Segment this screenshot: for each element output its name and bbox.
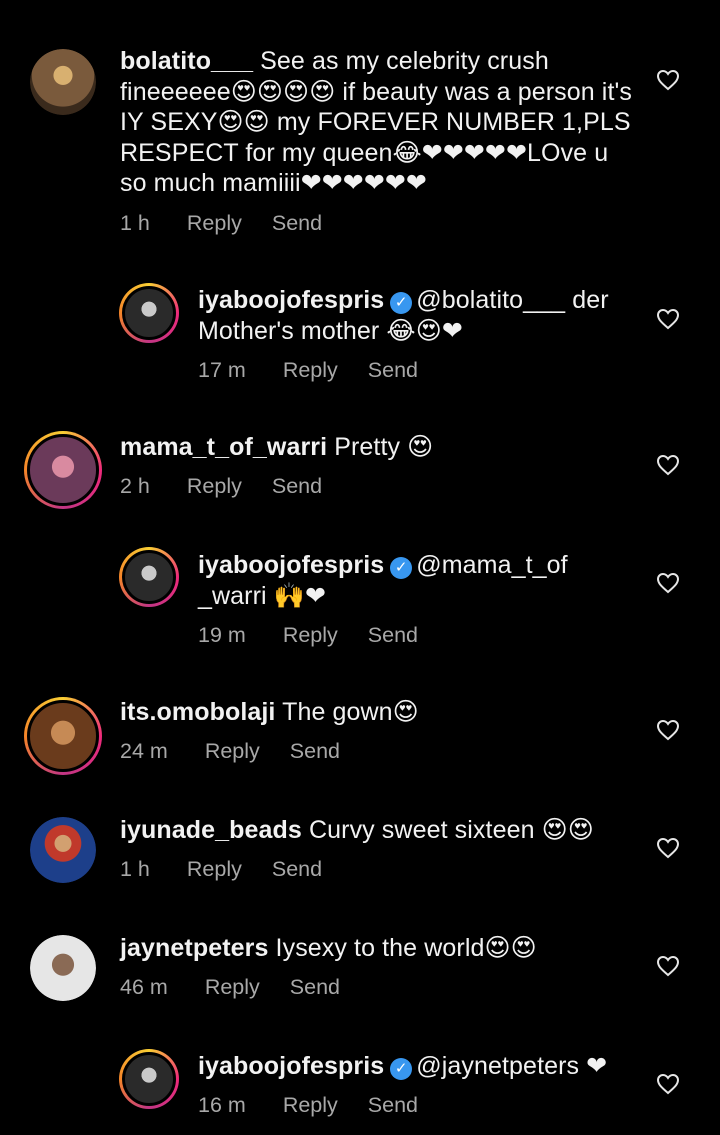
heart-outline-icon[interactable]: [656, 69, 680, 91]
comment-text: iyaboojofespris ✓ @mama_t_of _warri 🙌❤: [198, 550, 618, 611]
comment-text: jaynetpeters Iysexy to the world😍😍: [120, 933, 640, 964]
send-button[interactable]: Send: [368, 623, 418, 648]
send-button[interactable]: Send: [272, 857, 322, 882]
reply-button[interactable]: Reply: [187, 474, 242, 499]
heart-outline-icon[interactable]: [656, 454, 680, 476]
comment-body: Pretty 😍: [327, 433, 434, 461]
comment-text: bolatito___ See as my celebrity crush fi…: [120, 46, 640, 199]
comment-body: Curvy sweet sixteen 😍😍: [301, 816, 594, 844]
comment-meta: 2 h Reply Send: [120, 474, 322, 499]
comment-time: 1 h: [120, 857, 150, 881]
comment-meta: 17 m Reply Send: [198, 358, 418, 383]
avatar-image: [30, 817, 96, 883]
comment-body: Iysexy to the world😍😍: [268, 934, 537, 962]
comment-username[interactable]: bolatito___: [120, 47, 253, 75]
reply-button[interactable]: Reply: [187, 857, 242, 882]
comment-text: its.omobolaji The gown😍: [120, 697, 640, 728]
comment-text: mama_t_of_warri Pretty 😍: [120, 432, 640, 463]
avatar[interactable]: [119, 283, 179, 343]
send-button[interactable]: Send: [368, 1093, 418, 1118]
comment-time: 16 m: [198, 1093, 246, 1117]
avatar[interactable]: [24, 697, 102, 775]
avatar[interactable]: [119, 1049, 179, 1109]
comment-meta: 19 m Reply Send: [198, 623, 418, 648]
comment-meta: 1 h Reply Send: [120, 211, 322, 236]
comment-meta: 46 m Reply Send: [120, 975, 340, 1000]
verified-badge-icon: ✓: [390, 1058, 413, 1080]
send-button[interactable]: Send: [290, 739, 340, 764]
send-button[interactable]: Send: [272, 474, 322, 499]
comment-username[interactable]: iyunade_beads: [120, 816, 302, 844]
avatar[interactable]: [30, 49, 96, 115]
comment-text: iyaboojofespris ✓ @jaynetpeters ❤: [198, 1051, 638, 1082]
avatar-image: [122, 286, 176, 340]
comment-username[interactable]: jaynetpeters: [120, 934, 269, 962]
comment-username[interactable]: mama_t_of_warri: [120, 433, 327, 461]
comment-username[interactable]: iyaboojofespris: [198, 1052, 384, 1080]
heart-outline-icon[interactable]: [656, 572, 680, 594]
avatar-image: [27, 434, 99, 506]
comment-meta: 24 m Reply Send: [120, 739, 340, 764]
avatar[interactable]: [30, 817, 96, 883]
verified-badge-icon: ✓: [390, 557, 413, 579]
avatar-image: [30, 935, 96, 1001]
send-button[interactable]: Send: [272, 211, 322, 236]
comment-text: iyunade_beads Curvy sweet sixteen 😍😍: [120, 815, 640, 846]
avatar-image: [27, 700, 99, 772]
comment-body: @jaynetpeters ❤: [416, 1052, 608, 1080]
comment-meta: 1 h Reply Send: [120, 857, 322, 882]
heart-outline-icon[interactable]: [656, 308, 680, 330]
avatar[interactable]: [24, 431, 102, 509]
verified-badge-icon: ✓: [390, 292, 413, 314]
reply-button[interactable]: Reply: [283, 623, 338, 648]
comment-meta: 16 m Reply Send: [198, 1093, 418, 1118]
comment-body: The gown😍: [275, 698, 419, 726]
comment-text: iyaboojofespris ✓ @bolatito___ der Mother'…: [198, 285, 638, 346]
comment-time: 24 m: [120, 739, 168, 763]
heart-outline-icon[interactable]: [656, 955, 680, 977]
comment-username[interactable]: iyaboojofespris: [198, 286, 384, 314]
heart-outline-icon[interactable]: [656, 1073, 680, 1095]
avatar-image: [122, 550, 176, 604]
comment-time: 1 h: [120, 211, 150, 235]
comment-username[interactable]: iyaboojofespris: [198, 551, 384, 579]
comment-time: 46 m: [120, 975, 168, 999]
avatar[interactable]: [30, 935, 96, 1001]
reply-button[interactable]: Reply: [283, 358, 338, 383]
comment-time: 17 m: [198, 358, 246, 382]
reply-button[interactable]: Reply: [205, 739, 260, 764]
reply-button[interactable]: Reply: [283, 1093, 338, 1118]
avatar[interactable]: [119, 547, 179, 607]
avatar-image: [122, 1052, 176, 1106]
heart-outline-icon[interactable]: [656, 837, 680, 859]
reply-button[interactable]: Reply: [187, 211, 242, 236]
send-button[interactable]: Send: [290, 975, 340, 1000]
send-button[interactable]: Send: [368, 358, 418, 383]
comment-time: 19 m: [198, 623, 246, 647]
heart-outline-icon[interactable]: [656, 719, 680, 741]
avatar-image: [30, 49, 96, 115]
reply-button[interactable]: Reply: [205, 975, 260, 1000]
comment-time: 2 h: [120, 474, 150, 498]
comment-username[interactable]: its.omobolaji: [120, 698, 275, 726]
